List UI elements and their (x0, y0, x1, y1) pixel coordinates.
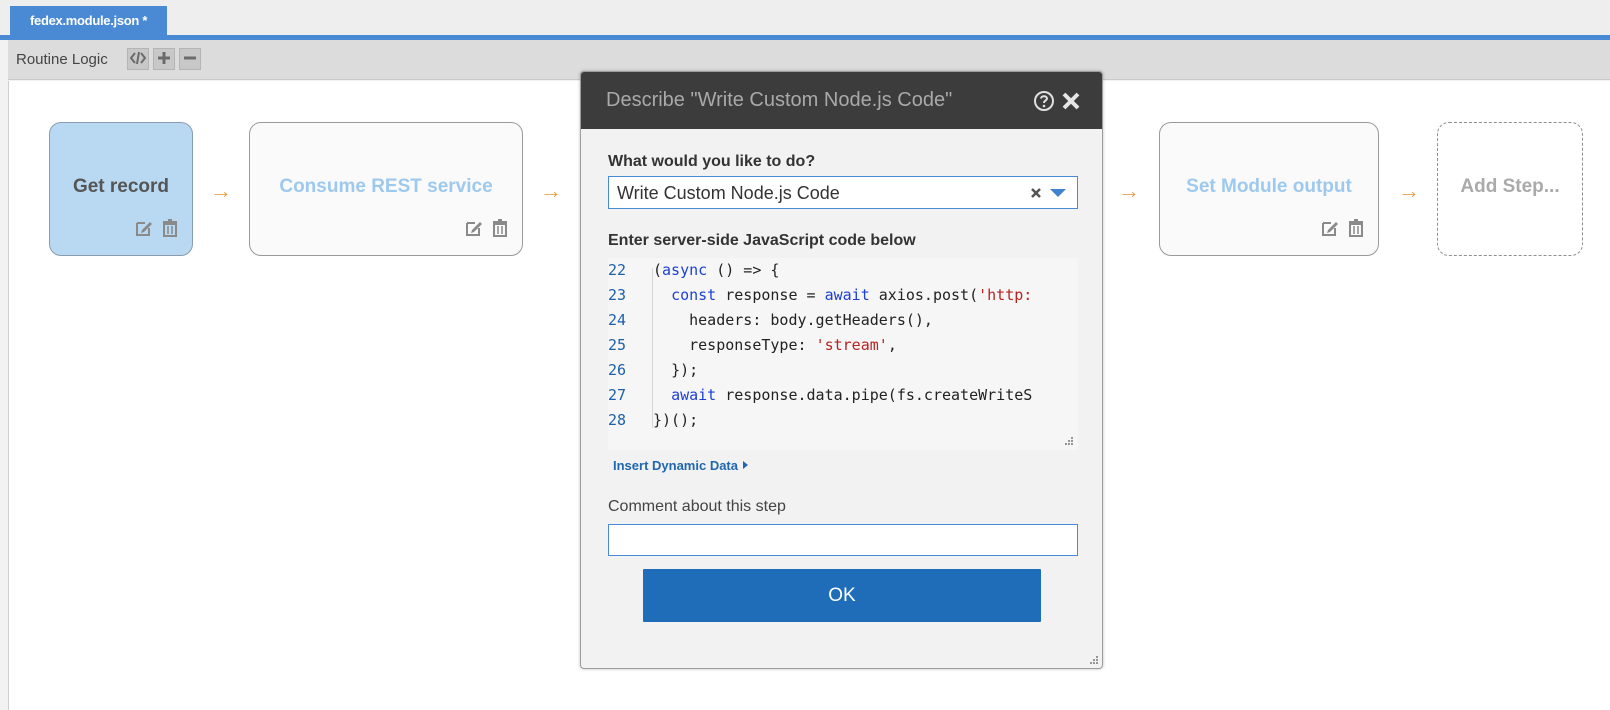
flow-arrow: → (1118, 178, 1140, 203)
line-number: 25 (608, 336, 627, 354)
code-keyword: const (671, 286, 717, 304)
zoom-out-button[interactable] (179, 48, 201, 70)
code-text: await response.data.pipe(fs.createWriteS (653, 383, 1032, 408)
add-step-button[interactable]: Add Step... (1437, 122, 1583, 256)
code-token: responseType: (689, 336, 816, 354)
step-label: Set Module output (1186, 176, 1352, 197)
help-icon[interactable] (1033, 90, 1055, 112)
dialog-title: Describe "Write Custom Node.js Code" (606, 89, 953, 111)
code-token: headers: body.getHeaders(), (689, 311, 933, 329)
code-string: 'http: (978, 286, 1033, 304)
edit-icon[interactable] (1320, 218, 1340, 238)
code-token: })(); (653, 411, 699, 429)
trash-icon[interactable] (1346, 218, 1366, 238)
tab-bar: fedex.module.json * (0, 0, 1610, 40)
line-number: 22 (608, 261, 627, 279)
trash-icon[interactable] (160, 218, 180, 238)
trash-icon[interactable] (490, 218, 510, 238)
minus-icon (184, 56, 196, 60)
comment-label: Comment about this step (608, 498, 786, 515)
code-icon (129, 51, 147, 65)
code-text: headers: body.getHeaders(), (653, 308, 933, 333)
code-text: })(); (653, 408, 698, 433)
code-text: (async () => { (653, 258, 779, 283)
line-number: 27 (608, 386, 627, 404)
caret-right-icon (742, 461, 748, 469)
code-text: const response = await axios.post('http: (653, 283, 1032, 308)
code-token: axios.post( (869, 286, 979, 304)
action-select-value: Write Custom Node.js Code (617, 183, 840, 203)
code-editor[interactable]: 22 (async () => { 23 const response = awai… (608, 258, 1078, 450)
action-question-label: What would you like to do? (608, 153, 816, 170)
dialog-header: Describe "Write Custom Node.js Code" (581, 72, 1102, 129)
code-token: ( (653, 261, 663, 279)
code-token: , (887, 336, 897, 354)
edit-icon[interactable] (464, 218, 484, 238)
chevron-down-icon[interactable] (1049, 188, 1067, 198)
code-text: responseType: 'stream', (653, 333, 897, 358)
code-label: Enter server-side JavaScript code below (608, 232, 916, 249)
step-set-module-output[interactable]: Set Module output (1159, 122, 1379, 256)
code-keyword: async (662, 261, 708, 279)
resize-grip-icon[interactable] (1064, 436, 1074, 446)
code-string: 'stream' (815, 336, 888, 354)
code-text: }); (653, 358, 698, 383)
tab-fedex-module[interactable]: fedex.module.json * (10, 6, 168, 36)
action-select[interactable]: Write Custom Node.js Code (608, 176, 1078, 209)
insert-dynamic-data-label: Insert Dynamic Data (613, 458, 738, 473)
zoom-in-button[interactable] (153, 48, 175, 70)
clear-icon[interactable] (1030, 187, 1042, 199)
flow-arrow: → (1398, 178, 1420, 203)
code-keyword: await (671, 386, 717, 404)
code-token: response.data.pipe(fs.createWriteS (716, 386, 1033, 404)
line-number: 26 (608, 361, 627, 379)
line-number: 28 (608, 411, 627, 429)
describe-step-dialog: Describe "Write Custom Node.js Code" Wha… (580, 71, 1103, 669)
plus-icon (158, 52, 170, 64)
flow-arrow: → (210, 178, 232, 203)
code-keyword: await (824, 286, 870, 304)
step-get-record[interactable]: Get record (49, 122, 193, 256)
insert-dynamic-data-link[interactable]: Insert Dynamic Data (613, 458, 749, 473)
code-token: }); (671, 361, 699, 379)
close-icon[interactable] (1061, 91, 1081, 111)
code-token: response = (716, 286, 825, 304)
step-consume-rest[interactable]: Consume REST service (249, 122, 523, 256)
comment-input[interactable] (608, 524, 1078, 556)
step-label: Get record (72, 176, 170, 197)
code-token: () => { (707, 261, 780, 279)
add-step-label: Add Step... (1460, 176, 1560, 197)
resize-grip-icon[interactable] (1089, 655, 1099, 665)
ok-button[interactable]: OK (643, 569, 1041, 622)
line-number: 24 (608, 311, 627, 329)
step-label: Consume REST service (279, 176, 493, 197)
view-code-button[interactable] (127, 48, 149, 70)
line-number: 23 (608, 286, 627, 304)
toolbar-title: Routine Logic (16, 51, 108, 68)
edit-icon[interactable] (134, 218, 154, 238)
flow-arrow: → (540, 178, 562, 203)
